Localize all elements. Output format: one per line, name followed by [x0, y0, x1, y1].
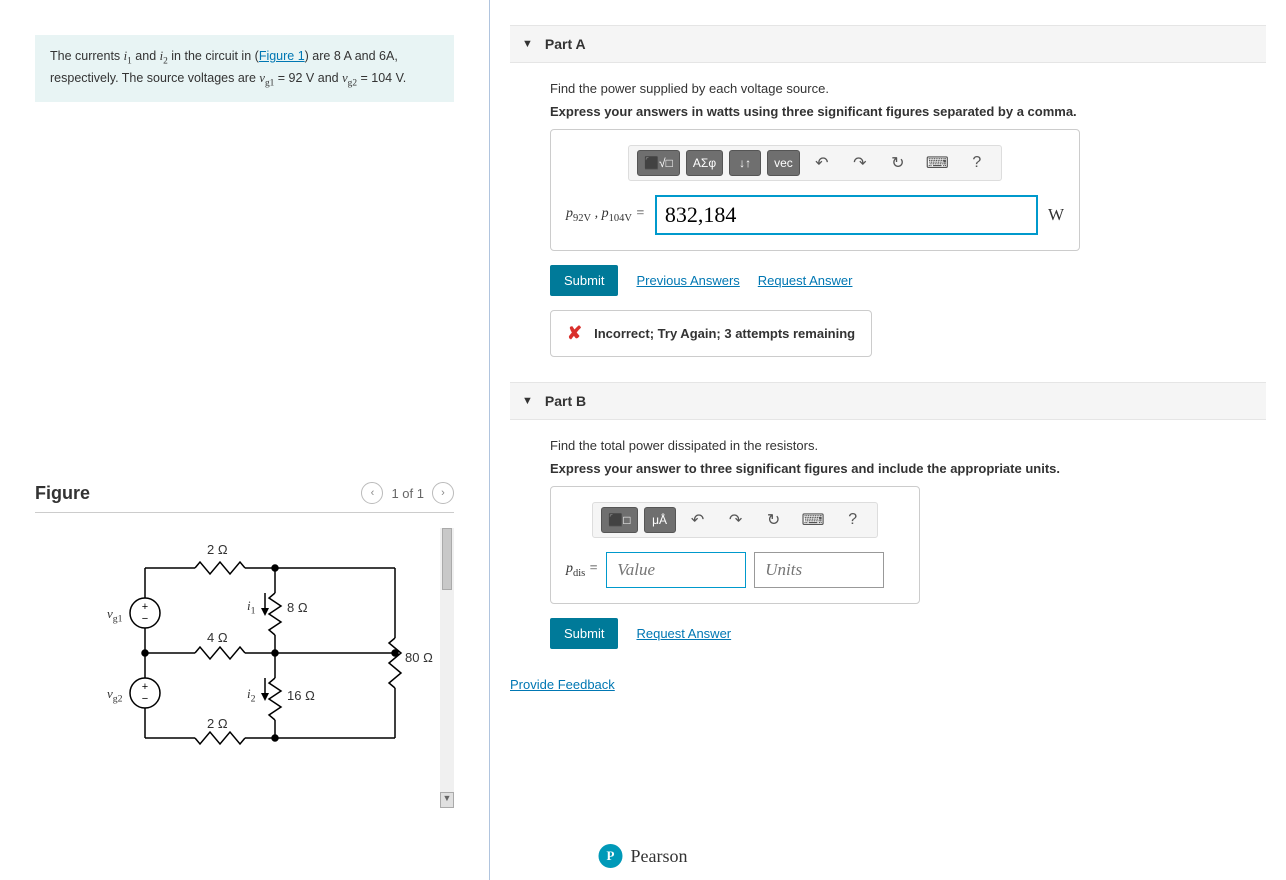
text: and [132, 49, 160, 63]
collapse-icon: ▼ [522, 395, 533, 407]
value-input[interactable] [606, 552, 746, 588]
figure-scrollbar[interactable] [440, 528, 454, 808]
help-button[interactable]: ? [837, 507, 869, 533]
part-a-answer-box: ⬛√□ ΑΣφ ↓↑ vec ↶ ↷ ↻ ⌨ ? p92V , p104V = … [550, 129, 1080, 251]
greek-button[interactable]: ΑΣφ [686, 150, 723, 176]
part-b-answer-box: ⬛□ μÅ ↶ ↷ ↻ ⌨ ? pdis = [550, 486, 920, 604]
pearson-brand-text: Pearson [631, 846, 688, 867]
submit-button[interactable]: Submit [550, 618, 618, 649]
svg-text:+: + [142, 601, 148, 613]
help-button[interactable]: ? [961, 150, 993, 176]
redo-button[interactable]: ↷ [720, 507, 752, 533]
units-toolbar: ⬛□ μÅ ↶ ↷ ↻ ⌨ ? [592, 502, 877, 538]
svg-text:−: − [142, 693, 148, 705]
vector-button[interactable]: vec [767, 150, 800, 176]
submit-button[interactable]: Submit [550, 265, 618, 296]
text: and [314, 71, 342, 85]
text: = 92 [274, 71, 306, 85]
label-r-top: 2 Ω [207, 542, 228, 557]
subscript-button[interactable]: ↓↑ [729, 150, 761, 176]
answer-variable-label: p92V , p104V = [566, 206, 645, 224]
var-vg2: vg2 [342, 71, 357, 85]
reset-button[interactable]: ↻ [882, 150, 914, 176]
brand-footer: P Pearson [599, 844, 688, 868]
circuit-diagram: + − + − 2 Ω 8 Ω 4 Ω 80 Ω 16 Ω [95, 538, 454, 788]
part-b-header[interactable]: ▼ Part B [510, 382, 1266, 420]
label-vg1: vg1 [107, 606, 123, 625]
request-answer-link[interactable]: Request Answer [758, 273, 853, 288]
templates-button[interactable]: ⬛□ [601, 507, 637, 533]
pearson-logo-icon: P [599, 844, 623, 868]
incorrect-icon: ✘ [567, 323, 582, 344]
text: . [403, 71, 406, 85]
var-i1: i1 [124, 49, 132, 63]
label-r-8: 8 Ω [287, 600, 308, 615]
answer-input[interactable] [655, 195, 1038, 235]
var-i2: i2 [160, 49, 168, 63]
text: in the circuit in ( [168, 49, 259, 63]
keyboard-button[interactable]: ⌨ [920, 150, 955, 176]
figure-viewport: + − + − 2 Ω 8 Ω 4 Ω 80 Ω 16 Ω [35, 528, 454, 808]
label-i1: i1 [247, 598, 256, 617]
text: = 104 [357, 71, 396, 85]
unit: V [306, 71, 314, 85]
redo-button[interactable]: ↷ [844, 150, 876, 176]
figure-title: Figure [35, 483, 90, 504]
keyboard-button[interactable]: ⌨ [796, 507, 831, 533]
part-a-instruction: Express your answers in watts using thre… [550, 104, 1266, 119]
feedback-message: ✘ Incorrect; Try Again; 3 attempts remai… [550, 310, 872, 357]
provide-feedback-link[interactable]: Provide Feedback [510, 677, 1266, 692]
svg-text:−: − [142, 613, 148, 625]
units-input[interactable] [754, 552, 884, 588]
undo-button[interactable]: ↶ [806, 150, 838, 176]
request-answer-link[interactable]: Request Answer [636, 626, 731, 641]
label-r-bot: 2 Ω [207, 716, 228, 731]
label-r-80: 80 Ω [405, 650, 433, 665]
answer-unit: W [1048, 205, 1064, 225]
reset-button[interactable]: ↻ [758, 507, 790, 533]
svg-text:+: + [142, 681, 148, 693]
text: and 6 [351, 49, 386, 63]
figure-pager: 1 of 1 [391, 486, 424, 501]
figure-prev-button[interactable]: ‹ [361, 482, 383, 504]
part-b-title: Part B [545, 393, 586, 409]
text: The currents [50, 49, 124, 63]
part-b-prompt: Find the total power dissipated in the r… [550, 438, 1266, 453]
previous-answers-link[interactable]: Previous Answers [636, 273, 739, 288]
label-i2: i2 [247, 686, 256, 705]
equation-toolbar: ⬛√□ ΑΣφ ↓↑ vec ↶ ↷ ↻ ⌨ ? [628, 145, 1002, 181]
part-a-prompt: Find the power supplied by each voltage … [550, 81, 1266, 96]
figure-link[interactable]: Figure 1 [259, 49, 305, 63]
answer-variable-label: pdis = [566, 561, 598, 579]
undo-button[interactable]: ↶ [682, 507, 714, 533]
collapse-icon: ▼ [522, 38, 533, 50]
figure-next-button[interactable]: › [432, 482, 454, 504]
part-a-title: Part A [545, 36, 586, 52]
unit: V [396, 71, 403, 85]
text: ) are 8 [305, 49, 344, 63]
templates-button[interactable]: ⬛√□ [637, 150, 680, 176]
label-vg2: vg2 [107, 686, 123, 705]
var-vg1: vg1 [259, 71, 274, 85]
label-r-4: 4 Ω [207, 630, 228, 645]
part-a-header[interactable]: ▼ Part A [510, 25, 1266, 63]
units-tool-button[interactable]: μÅ [644, 507, 676, 533]
problem-statement: The currents i1 and i2 in the circuit in… [35, 35, 454, 102]
feedback-text: Incorrect; Try Again; 3 attempts remaini… [594, 326, 855, 341]
part-b-instruction: Express your answer to three significant… [550, 461, 1266, 476]
label-r-16: 16 Ω [287, 688, 315, 703]
